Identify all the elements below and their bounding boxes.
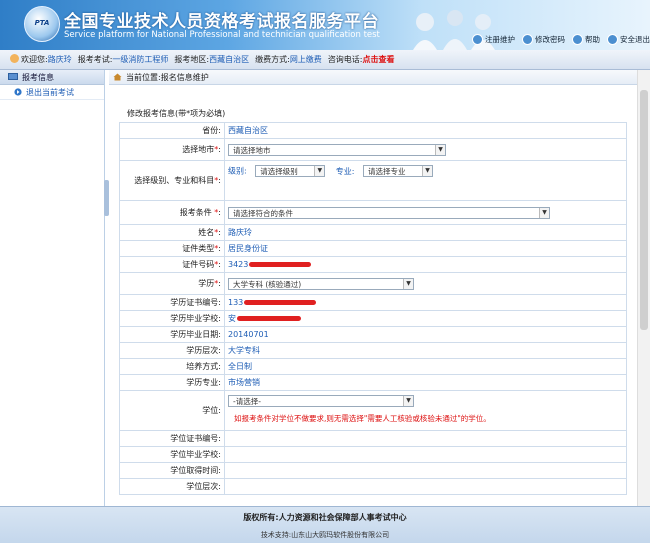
arrow-circle-icon: [14, 88, 22, 96]
phone-link[interactable]: 点击查看: [363, 54, 395, 65]
sidebar: 报考信息 退出当前考试: [0, 70, 105, 506]
home-icon: [113, 73, 122, 81]
registration-form: 省份: 西藏自治区 选择地市*: 请选择地市 ▼ 选择级别、专业和科目*: 级别: …: [119, 122, 627, 495]
help-link[interactable]: 帮助: [572, 34, 600, 45]
breadcrumb: 当前位置:报名信息维护: [109, 70, 650, 85]
chevron-down-icon: ▼: [314, 166, 325, 176]
user-icon: [10, 54, 19, 63]
site-title-en: Service platform for National Profession…: [64, 30, 380, 40]
edu-level-value: 大学专科: [224, 342, 627, 359]
chevron-down-icon: ▼: [403, 396, 413, 406]
pta-logo: PTA: [24, 6, 60, 42]
monitor-icon: [8, 73, 18, 80]
major-select[interactable]: 请选择专业 ▼: [363, 165, 434, 177]
id-number-value: 3423: [228, 260, 249, 269]
main-content: 当前位置:报名信息维护 修改报考信息(带*项为必填) 省份: 西藏自治区 选择地市…: [109, 70, 650, 506]
edu-school-value: 安: [228, 314, 236, 323]
degree-select[interactable]: -请选择- ▼: [228, 395, 414, 407]
name-value: 路庆玲: [224, 224, 627, 241]
redaction-mark: [244, 300, 317, 305]
pay-value: 网上缴费: [289, 55, 322, 64]
region-value: 西藏自治区: [209, 55, 250, 64]
chevron-down-icon: ▼: [435, 144, 445, 155]
degree-note: 如报考条件对学位不做要求,则无需选择"需要人工核验或核验未通过"的学位。: [234, 414, 491, 423]
chevron-down-icon: ▼: [403, 278, 413, 289]
page-header: PTA 全国专业技术人员资格考试报名服务平台 Service platform …: [0, 0, 650, 50]
register-icon: [472, 34, 483, 45]
edu-mode-value: 全日制: [224, 358, 627, 375]
lock-icon: [522, 34, 533, 45]
logout-icon: [607, 34, 618, 45]
chevron-down-icon: ▼: [422, 166, 433, 176]
copyright-text: 版权所有:人力资源和社会保障部人事考试中心: [243, 513, 407, 522]
exam-value: 一级消防工程师: [112, 55, 169, 64]
support-text: 技术支持:山东山大鸥玛软件股份有限公司: [260, 531, 390, 539]
city-select[interactable]: 请选择地市 ▼: [228, 143, 446, 156]
change-password-link[interactable]: 修改密码: [522, 34, 565, 45]
info-bar: 欢迎您: 路庆玲 报考考试: 一级消防工程师 报考地区: 西藏自治区 缴费方式: 网上缴…: [0, 50, 650, 70]
user-name: 路庆玲: [47, 55, 72, 64]
edu-cert-value: 133: [228, 298, 244, 307]
redaction-mark: [237, 316, 301, 321]
sidebar-header: 报考信息: [0, 70, 104, 85]
logout-link[interactable]: 安全退出: [607, 34, 650, 45]
edu-major-value: 市场营销: [224, 374, 627, 391]
redaction-mark: [249, 262, 312, 267]
form-title: 修改报考信息(带*项为必填): [127, 109, 226, 118]
education-select[interactable]: 大学专科 (核验通过) ▼: [228, 277, 414, 290]
help-icon: [572, 34, 583, 45]
vertical-scrollbar[interactable]: [637, 70, 650, 506]
chevron-down-icon: ▼: [539, 207, 549, 218]
sidebar-item-exit-exam[interactable]: 退出当前考试: [0, 85, 104, 100]
register-link[interactable]: 注册维护: [472, 34, 515, 45]
condition-select[interactable]: 请选择符合的条件 ▼: [228, 206, 550, 219]
id-type-value: 居民身份证: [224, 240, 627, 257]
page-footer: 版权所有:人力资源和社会保障部人事考试中心 技术支持:山东山大鸥玛软件股份有限公…: [0, 506, 650, 543]
level-select[interactable]: 请选择级别 ▼: [255, 165, 326, 177]
site-title-cn: 全国专业技术人员资格考试报名服务平台: [64, 12, 379, 32]
scrollbar-thumb[interactable]: [640, 90, 648, 330]
province-value: 西藏自治区: [224, 122, 627, 139]
top-links: 注册维护 修改密码 帮助 安全退出: [472, 34, 650, 45]
edu-date-value: 20140701: [224, 326, 627, 343]
